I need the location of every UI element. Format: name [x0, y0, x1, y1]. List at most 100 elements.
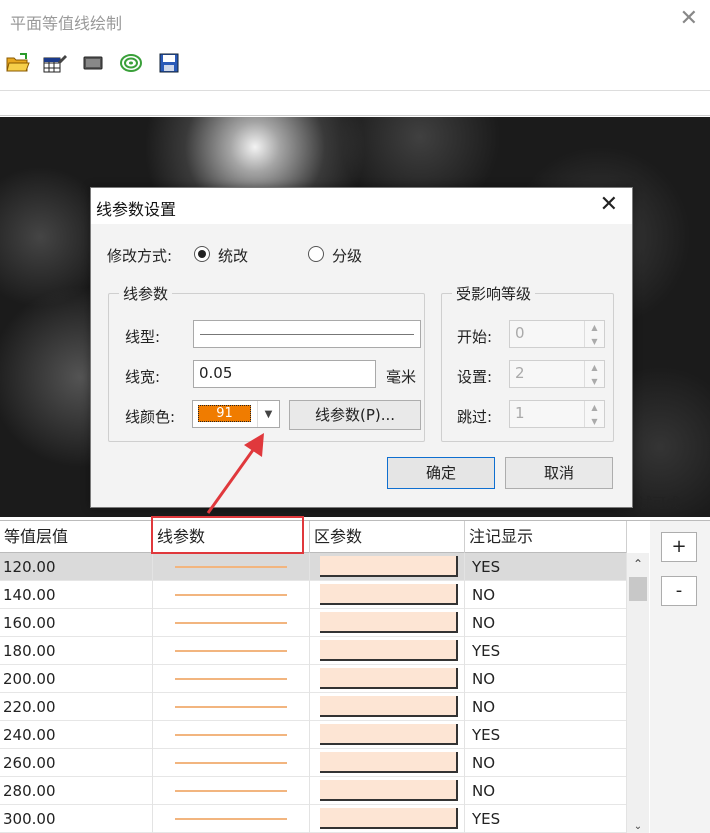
table-row[interactable]: 140.00 NO	[0, 581, 627, 609]
line-sample	[175, 734, 287, 736]
radio-graded-label[interactable]: 分级	[332, 245, 362, 266]
table-row[interactable]: 300.00 YES	[0, 805, 627, 833]
line-sample	[175, 762, 287, 764]
line-params-cell[interactable]	[153, 637, 310, 665]
line-sample	[175, 678, 287, 680]
ok-button[interactable]: 确定	[387, 457, 495, 489]
area-params-cell[interactable]	[310, 693, 465, 721]
start-value: 0	[515, 324, 525, 342]
radio-unified[interactable]	[194, 246, 210, 262]
table-row[interactable]: 200.00 NO	[0, 665, 627, 693]
area-params-cell[interactable]	[310, 805, 465, 833]
area-params-cell[interactable]	[310, 581, 465, 609]
set-value: 2	[515, 364, 525, 382]
dialog-title-bar: 线参数设置 ✕	[91, 188, 632, 224]
toolbar-strip	[0, 90, 710, 116]
grid-edit-icon[interactable]	[43, 52, 67, 74]
annotation-cell[interactable]: NO	[465, 609, 627, 637]
save-icon[interactable]	[157, 52, 181, 74]
line-params-cell[interactable]	[153, 553, 310, 581]
add-level-button[interactable]: +	[661, 532, 697, 562]
table-row[interactable]: 180.00 YES	[0, 637, 627, 665]
line-params-cell[interactable]	[153, 777, 310, 805]
level-value-cell: 180.00	[0, 637, 153, 665]
line-color-label: 线颜色:	[125, 408, 176, 426]
annotation-cell[interactable]: NO	[465, 581, 627, 609]
remove-level-button[interactable]: -	[661, 576, 697, 606]
level-value-cell: 260.00	[0, 749, 153, 777]
annotation-cell[interactable]: YES	[465, 637, 627, 665]
line-params-cell[interactable]	[153, 805, 310, 833]
annotation-cell[interactable]: NO	[465, 749, 627, 777]
cancel-button[interactable]: 取消	[505, 457, 613, 489]
area-sample	[320, 752, 458, 773]
table-row[interactable]: 260.00 NO	[0, 749, 627, 777]
scroll-up-icon[interactable]: ⌃	[627, 553, 649, 575]
area-params-cell[interactable]	[310, 637, 465, 665]
line-color-dropdown[interactable]: 91 ▼	[192, 400, 280, 428]
contour-levels-table: 等值层值 线参数 区参数 注记显示 120.00 YES 140.00 NO 160.0…	[0, 520, 650, 833]
annotation-cell[interactable]: YES	[465, 805, 627, 833]
line-sample	[175, 706, 287, 708]
spinner-arrows-icon[interactable]: ▲ ▼	[584, 361, 604, 387]
skip-spinner[interactable]: 1 ▲ ▼	[509, 400, 605, 428]
monitor-icon[interactable]	[81, 52, 105, 74]
line-sample	[175, 594, 287, 596]
level-value-cell: 200.00	[0, 665, 153, 693]
annotation-cell[interactable]: NO	[465, 693, 627, 721]
line-params-cell[interactable]	[153, 749, 310, 777]
close-icon[interactable]: ✕	[680, 6, 698, 31]
spinner-arrows-icon[interactable]: ▲ ▼	[584, 401, 604, 427]
area-sample	[320, 640, 458, 661]
area-params-cell[interactable]	[310, 749, 465, 777]
table-row[interactable]: 280.00 NO	[0, 777, 627, 805]
scroll-down-icon[interactable]: ⌄	[627, 820, 649, 833]
table-row[interactable]: 220.00 NO	[0, 693, 627, 721]
toolbar	[0, 44, 710, 84]
table-row[interactable]: 240.00 YES	[0, 721, 627, 749]
table-scrollbar[interactable]: ⌃ ⌄	[627, 553, 649, 833]
line-params-cell[interactable]	[153, 581, 310, 609]
area-params-cell[interactable]	[310, 609, 465, 637]
start-spinner[interactable]: 0 ▲ ▼	[509, 320, 605, 348]
area-sample	[320, 556, 458, 577]
dialog-close-icon[interactable]: ✕	[600, 192, 618, 217]
title-bar: 平面等值线绘制 ✕	[0, 0, 710, 40]
line-width-input[interactable]: 0.05	[193, 360, 376, 388]
set-label: 设置:	[457, 368, 493, 386]
contour-icon[interactable]	[119, 52, 143, 74]
set-spinner[interactable]: 2 ▲ ▼	[509, 360, 605, 388]
skip-value: 1	[515, 404, 525, 422]
annotation-cell[interactable]: YES	[465, 553, 627, 581]
table-row[interactable]: 120.00 YES	[0, 553, 627, 581]
table-row[interactable]: 160.00 NO	[0, 609, 627, 637]
annotation-cell[interactable]: YES	[465, 721, 627, 749]
line-params-cell[interactable]	[153, 693, 310, 721]
radio-unified-label[interactable]: 统改	[218, 245, 248, 266]
annotation-cell[interactable]: NO	[465, 665, 627, 693]
spinner-arrows-icon[interactable]: ▲ ▼	[584, 321, 604, 347]
line-params-cell[interactable]	[153, 609, 310, 637]
area-params-cell[interactable]	[310, 665, 465, 693]
header-line-params[interactable]: 线参数	[153, 521, 310, 553]
header-annotation-display[interactable]: 注记显示	[465, 521, 627, 553]
chevron-down-icon[interactable]: ▼	[257, 401, 279, 427]
line-sample	[175, 650, 287, 652]
line-params-cell[interactable]	[153, 721, 310, 749]
folder-open-icon[interactable]	[6, 52, 30, 74]
line-type-label: 线型:	[125, 328, 161, 346]
header-level-value[interactable]: 等值层值	[0, 521, 153, 553]
skip-label: 跳过:	[457, 408, 493, 426]
area-sample	[320, 780, 458, 801]
header-area-params[interactable]: 区参数	[310, 521, 465, 553]
annotation-cell[interactable]: NO	[465, 777, 627, 805]
area-params-cell[interactable]	[310, 721, 465, 749]
scroll-thumb[interactable]	[629, 577, 647, 601]
area-params-cell[interactable]	[310, 553, 465, 581]
line-type-preview	[200, 334, 414, 335]
area-params-cell[interactable]	[310, 777, 465, 805]
line-type-field[interactable]	[193, 320, 421, 348]
radio-graded[interactable]	[308, 246, 324, 262]
line-params-cell[interactable]	[153, 665, 310, 693]
line-params-button[interactable]: 线参数(P)...	[289, 400, 421, 430]
